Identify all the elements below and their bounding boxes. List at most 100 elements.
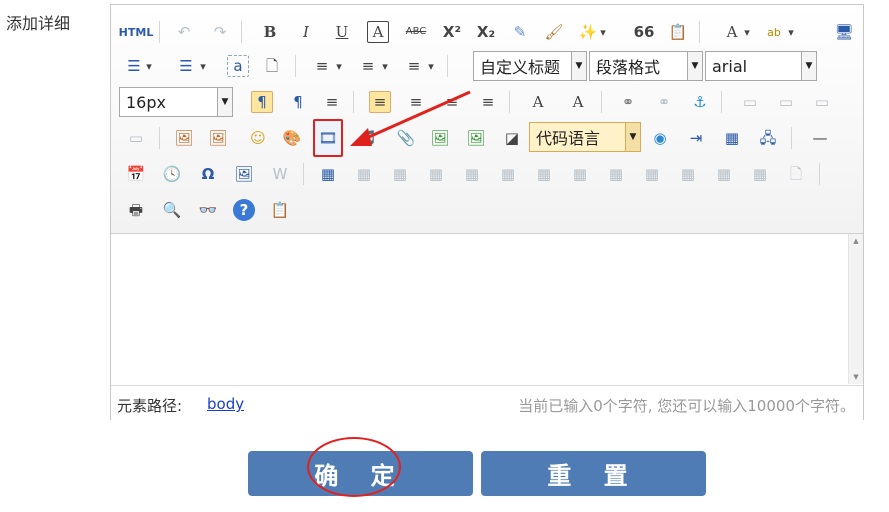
- split-to-cols-icon[interactable]: ▦: [749, 163, 771, 185]
- rtl-direction-icon[interactable]: ¶: [287, 91, 309, 113]
- insert-frame-icon[interactable]: ◪: [501, 127, 523, 149]
- align-center-icon[interactable]: ≡: [405, 91, 427, 113]
- indent-icon[interactable]: ≡: [321, 91, 343, 113]
- anchor-icon[interactable]: ⚓: [689, 91, 711, 113]
- image-float-left-icon[interactable]: ▭: [775, 91, 797, 113]
- row-spacing-top-icon[interactable]: ≡: [311, 55, 333, 77]
- dropdown-arrow-icon[interactable]: ▾: [333, 55, 345, 77]
- editor-content-area[interactable]: [111, 234, 863, 384]
- map-icon[interactable]: 🖼: [429, 127, 451, 149]
- custom-title-select[interactable]: 自定义标题 ▼: [473, 51, 587, 81]
- google-map-icon[interactable]: 🖼: [465, 127, 487, 149]
- delete-row-icon[interactable]: ▦: [461, 163, 483, 185]
- align-left-icon[interactable]: ≡: [369, 91, 391, 113]
- emotion-icon[interactable]: ☺: [247, 127, 269, 149]
- clear-doc-icon[interactable]: 🗋: [261, 55, 283, 77]
- insert-col-icon[interactable]: ▦: [497, 163, 519, 185]
- unlink-icon[interactable]: ⚭: [653, 91, 675, 113]
- merge-down-icon[interactable]: ▦: [641, 163, 663, 185]
- background-icon[interactable]: 🖧: [757, 127, 779, 149]
- unordered-list-icon[interactable]: ☰: [175, 55, 197, 77]
- delete-table-icon[interactable]: ▦: [353, 163, 375, 185]
- superscript-icon[interactable]: X²: [441, 21, 463, 43]
- delete-col-icon[interactable]: ▦: [533, 163, 555, 185]
- font-size-select[interactable]: 16px ▼: [119, 87, 233, 117]
- image-center-icon[interactable]: ▭: [125, 127, 147, 149]
- drafts-icon[interactable]: 📋: [269, 199, 291, 221]
- blockquote-icon[interactable]: 66: [633, 21, 655, 43]
- help-icon[interactable]: ?: [233, 199, 255, 221]
- date-icon[interactable]: 📅: [125, 163, 147, 185]
- print-icon[interactable]: 🖶: [125, 199, 147, 221]
- word-image-icon[interactable]: W: [269, 163, 291, 185]
- dropdown-arrow-icon[interactable]: ▾: [741, 21, 753, 43]
- link-icon[interactable]: ⚭: [617, 91, 639, 113]
- merge-right-icon[interactable]: ▦: [605, 163, 627, 185]
- template-icon[interactable]: ▦: [721, 127, 743, 149]
- dropdown-arrow-icon[interactable]: ▾: [379, 55, 391, 77]
- ltr-direction-icon[interactable]: ¶: [251, 91, 273, 113]
- insert-image-icon[interactable]: 🖼: [207, 127, 229, 149]
- format-painter-icon[interactable]: 🖌: [543, 21, 565, 43]
- insert-table-icon[interactable]: ▦: [317, 163, 339, 185]
- insert-video-icon[interactable]: 🎞: [313, 119, 343, 157]
- simple-upload-icon[interactable]: 🖼: [173, 127, 195, 149]
- scroll-up-icon[interactable]: ▲: [849, 234, 863, 248]
- underline-icon[interactable]: U: [331, 21, 353, 43]
- lowercase-icon[interactable]: A: [567, 91, 589, 113]
- select-all-icon[interactable]: a: [227, 55, 249, 77]
- split-to-rows-icon[interactable]: ▦: [713, 163, 735, 185]
- web-app-icon[interactable]: ◉: [649, 127, 671, 149]
- element-path-link[interactable]: body: [207, 395, 244, 413]
- special-chars-icon[interactable]: Ω: [197, 163, 219, 185]
- font-color-icon[interactable]: A: [721, 21, 743, 43]
- strikethrough-icon[interactable]: ABC: [401, 21, 431, 43]
- music-icon[interactable]: 🎵: [357, 127, 379, 149]
- time-icon[interactable]: 🕓: [161, 163, 183, 185]
- line-height-icon[interactable]: ≡: [403, 55, 425, 77]
- undo-icon[interactable]: ↶: [173, 21, 195, 43]
- paragraph-format-select[interactable]: 段落格式 ▼: [589, 51, 703, 81]
- editor-scrollbar[interactable]: ▲ ▼: [848, 234, 863, 384]
- image-float-none-icon[interactable]: ▭: [739, 91, 761, 113]
- italic-icon[interactable]: I: [295, 21, 317, 43]
- dropdown-arrow-icon[interactable]: ▾: [597, 21, 609, 43]
- image-float-right-icon[interactable]: ▭: [811, 91, 833, 113]
- split-to-cells-icon[interactable]: ▦: [677, 163, 699, 185]
- insert-paragraph-before-table-icon[interactable]: ▦: [389, 163, 411, 185]
- code-language-select[interactable]: 代码语言 ▼: [529, 122, 641, 152]
- scroll-down-icon[interactable]: ▼: [849, 370, 863, 384]
- bold-icon[interactable]: B: [259, 21, 281, 43]
- background-color-icon[interactable]: ab: [763, 21, 785, 43]
- auto-typeset-icon[interactable]: ✨: [577, 21, 599, 43]
- search-replace-icon[interactable]: 👓: [197, 199, 219, 221]
- fullscreen-icon[interactable]: 🖥: [833, 21, 855, 43]
- dropdown-arrow-icon[interactable]: ▾: [425, 55, 437, 77]
- reset-button[interactable]: 重 置: [481, 451, 706, 496]
- align-right-icon[interactable]: ≡: [441, 91, 463, 113]
- horizontal-rule-icon[interactable]: —: [809, 127, 831, 149]
- paste-plain-icon[interactable]: 📋: [667, 21, 689, 43]
- separator: [791, 127, 792, 149]
- ordered-list-icon[interactable]: ☰: [123, 55, 145, 77]
- font-border-icon[interactable]: A: [367, 21, 389, 43]
- preview-icon[interactable]: 🔍: [161, 199, 183, 221]
- align-justify-icon[interactable]: ≡: [477, 91, 499, 113]
- page-break-icon[interactable]: ⇥: [685, 127, 707, 149]
- scrawl-icon[interactable]: 🎨: [281, 127, 303, 149]
- snapscreen-icon[interactable]: 🖼: [233, 163, 255, 185]
- eraser-icon[interactable]: ✎: [509, 21, 531, 43]
- row-spacing-bottom-icon[interactable]: ≡: [357, 55, 379, 77]
- attachment-icon[interactable]: 📎: [395, 127, 417, 149]
- insert-row-icon[interactable]: ▦: [425, 163, 447, 185]
- font-family-select[interactable]: arial ▼: [705, 51, 817, 81]
- dropdown-arrow-icon[interactable]: ▾: [143, 55, 155, 77]
- chart-icon[interactable]: 🗋: [785, 163, 807, 185]
- html-source-icon[interactable]: HTML: [119, 21, 154, 43]
- dropdown-arrow-icon[interactable]: ▾: [785, 21, 797, 43]
- subscript-icon[interactable]: X₂: [475, 21, 497, 43]
- redo-icon[interactable]: ↷: [209, 21, 231, 43]
- dropdown-arrow-icon[interactable]: ▾: [197, 55, 209, 77]
- merge-cells-icon[interactable]: ▦: [569, 163, 591, 185]
- uppercase-icon[interactable]: A: [527, 91, 549, 113]
